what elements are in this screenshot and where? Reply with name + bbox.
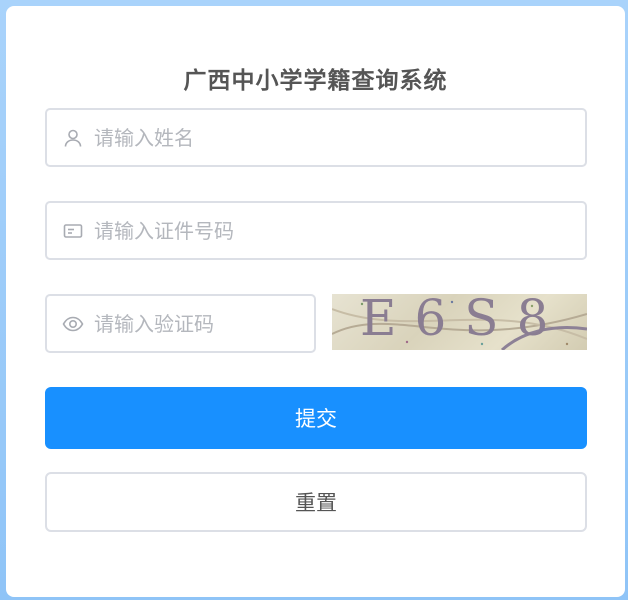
login-card: 广西中小学学籍查询系统 请输入姓名 请输入证件号码 请输入验证码 E6S8 提交… xyxy=(6,6,625,597)
eye-icon xyxy=(62,313,84,335)
reset-button[interactable]: 重置 xyxy=(45,472,587,532)
page-title: 广西中小学学籍查询系统 xyxy=(183,68,448,94)
captcha-field[interactable] xyxy=(45,294,343,353)
captcha-image[interactable]: E6S8 xyxy=(332,294,587,350)
submit-button[interactable]: 提交 xyxy=(45,387,587,449)
id-card-icon xyxy=(62,220,84,242)
id-number-input[interactable] xyxy=(94,203,585,258)
captcha-text: E6S8 xyxy=(360,294,567,347)
id-number-field[interactable] xyxy=(45,201,587,260)
user-icon xyxy=(62,127,84,149)
captcha-input[interactable] xyxy=(94,296,343,351)
name-field[interactable] xyxy=(45,108,587,167)
name-input[interactable] xyxy=(94,110,585,165)
